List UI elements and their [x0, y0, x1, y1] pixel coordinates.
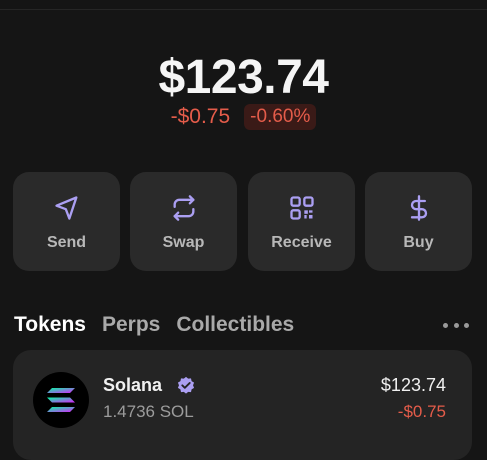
send-icon — [51, 192, 83, 224]
receive-label: Receive — [271, 233, 332, 251]
more-options-icon[interactable] — [443, 317, 469, 333]
swap-button[interactable]: Swap — [130, 172, 237, 271]
buy-button[interactable]: Buy — [365, 172, 472, 271]
token-change: -$0.75 — [397, 402, 446, 421]
verified-badge-icon — [177, 376, 195, 394]
balance-change-percent: -0.60% — [244, 104, 317, 130]
tab-collectibles[interactable]: Collectibles — [176, 313, 294, 337]
qr-code-icon — [286, 192, 318, 224]
action-buttons: Send Swap Receive Buy — [13, 172, 473, 271]
send-label: Send — [46, 233, 87, 251]
balance-change-amount: -$0.75 — [170, 105, 231, 128]
swap-label: Swap — [162, 233, 205, 251]
receive-button[interactable]: Receive — [248, 172, 355, 271]
token-name: Solana — [103, 375, 163, 395]
dollar-icon — [403, 192, 435, 224]
asset-tabs: Tokens Perps Collectibles — [14, 313, 294, 337]
token-value: $123.74 — [380, 375, 446, 395]
top-divider — [0, 9, 487, 10]
solana-logo — [33, 372, 89, 428]
tab-perps[interactable]: Perps — [102, 313, 160, 337]
token-row-solana[interactable]: Solana 1.4736 SOL $123.74 -$0.75 — [13, 350, 472, 460]
total-balance: $123.74 — [158, 51, 329, 104]
send-button[interactable]: Send — [13, 172, 120, 271]
swap-icon — [168, 192, 200, 224]
tab-tokens[interactable]: Tokens — [14, 313, 86, 337]
token-amount: 1.4736 SOL — [103, 402, 194, 421]
buy-label: Buy — [403, 233, 434, 251]
balance-change: -$0.75 -0.60% — [0, 104, 487, 130]
